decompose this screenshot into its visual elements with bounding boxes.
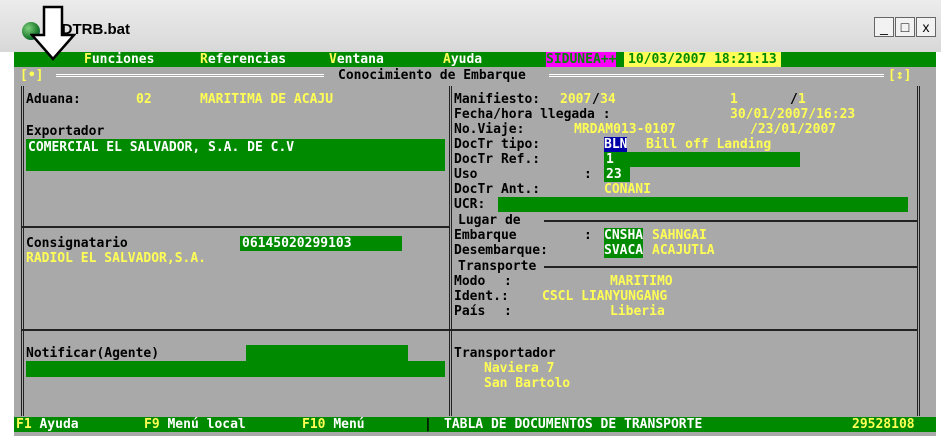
desembarque-name: ACAJUTLA [652, 243, 715, 258]
fecha-llegada-value[interactable]: 30/01/2007/16:23 [730, 107, 855, 122]
consignatario-label: Consignatario [26, 236, 128, 251]
frame-center [449, 86, 452, 416]
divider-left-2 [22, 329, 450, 331]
manifiesto-sep-2: / [790, 92, 798, 107]
status-f10[interactable]: F10 Menú [302, 417, 365, 432]
pais-value[interactable]: Liberia [610, 304, 665, 319]
menu-ventana[interactable]: Ventana [329, 52, 384, 67]
lugar-rule [544, 220, 918, 222]
uso-label: Uso [454, 167, 478, 182]
transporte-title: Transporte [458, 259, 537, 274]
manifiesto-year[interactable]: 2007 [560, 92, 591, 107]
transporte-rule [544, 266, 918, 268]
doctr-ref-label: DocTr Ref.: [454, 152, 541, 167]
notificar-code-field[interactable] [246, 345, 408, 361]
divider-right [450, 329, 918, 331]
doctr-tipo-label: DocTr tipo: [454, 137, 541, 152]
embarque-colon: : [584, 228, 592, 243]
exportador-value: COMERCIAL EL SALVADOR, S.A. DE C.V [28, 140, 295, 155]
transportador-line2: San Bartolo [484, 376, 571, 391]
exportador-label: Exportador [26, 124, 105, 139]
no-viaje-value[interactable]: MRDAM013-0107 [574, 122, 676, 137]
ident-label: Ident.: [454, 289, 509, 304]
frame-right [917, 86, 920, 416]
pointer-arrow-icon [30, 5, 76, 61]
manifiesto-num[interactable]: 34 [600, 92, 616, 107]
status-table-label: TABLA DE DOCUMENTOS DE TRANSPORTE [444, 417, 703, 432]
modo-label: Modo [454, 274, 486, 289]
ucr-label: UCR: [454, 197, 486, 212]
aduana-name: MARITIMA DE ACAJU [200, 92, 334, 107]
aduana-label: Aduana: [26, 92, 81, 107]
doctr-ant-value[interactable]: CONANI [604, 182, 651, 197]
desembarque-label: Desembarque: [454, 243, 548, 258]
lugar-de-title: Lugar de [458, 213, 521, 228]
aduana-code[interactable]: 02 [136, 92, 152, 107]
maximize-button[interactable]: □ [895, 17, 915, 37]
ident-value[interactable]: CSCL LIANYUNGANG [542, 289, 667, 304]
session-datetime: 10/03/2007 18:21:13 [624, 52, 781, 67]
header-rule-right [549, 74, 884, 77]
header-rule-left [56, 74, 324, 77]
transportador-label: Transportador [454, 346, 556, 361]
close-button[interactable]: x [916, 17, 936, 37]
panel-title: Conocimiento de Embarque [338, 68, 526, 83]
divider-left-1 [22, 226, 450, 228]
consignatario-value: RADIOL EL SALVADOR,S.A. [26, 251, 207, 266]
menu-referencias[interactable]: Referencias [200, 52, 286, 67]
modo-colon: : [504, 274, 512, 289]
status-code: 29528108 [852, 417, 915, 432]
consignatario-nit: 06145020299103 [242, 236, 352, 251]
notificar-field[interactable] [26, 361, 445, 377]
status-f1[interactable]: F1 Ayuda [16, 417, 79, 432]
terminal-screen: Funciones Referencias Ventana Ayuda SIDU… [14, 52, 936, 436]
embarque-label: Embarque [454, 228, 517, 243]
embarque-name: SAHNGAI [652, 228, 707, 243]
doctr-ref-field[interactable] [604, 152, 800, 167]
window-titlebar: ODTRB.bat _ □ x [0, 0, 941, 52]
desembarque-code[interactable]: SVACA [604, 243, 644, 258]
manifiesto-n1: 1 [730, 92, 738, 107]
no-viaje-label: No.Viaje: [454, 122, 525, 137]
ucr-field[interactable] [498, 197, 908, 212]
panel-close-marker[interactable]: [•] [20, 68, 43, 83]
doctr-tipo-code[interactable]: BLN [604, 137, 628, 152]
no-viaje-date: /23/01/2007 [750, 122, 837, 137]
transportador-line1[interactable]: Naviera 7 [484, 361, 554, 376]
doctr-tipo-desc: Bill off Landing [646, 137, 772, 152]
doctr-ref-value: 1 [606, 152, 614, 167]
panel-resize-marker[interactable]: [↕] [888, 68, 911, 83]
fecha-llegada-label: Fecha/hora llegada : [454, 107, 611, 122]
modo-value[interactable]: MARITIMO [610, 274, 673, 289]
embarque-code[interactable]: CNSHA [604, 228, 644, 243]
pais-label: País [454, 304, 486, 319]
status-separator: | [424, 417, 432, 432]
menu-funciones[interactable]: Funciones [84, 52, 154, 67]
notificar-label: Notificar(Agente) [26, 346, 160, 361]
doctr-ant-label: DocTr Ant.: [454, 182, 541, 197]
manifiesto-sep: / [592, 92, 600, 107]
status-f9[interactable]: F9 Menú local [144, 417, 246, 432]
manifiesto-label: Manifiesto: [454, 92, 541, 107]
uso-value: 23 [606, 167, 622, 182]
pais-colon: : [504, 304, 512, 319]
manifiesto-n2: 1 [798, 92, 806, 107]
uso-colon: : [584, 167, 592, 182]
menu-ayuda[interactable]: Ayuda [443, 52, 482, 67]
frame-left [21, 86, 24, 416]
sidunea-badge: SIDUNEA++ [546, 52, 617, 67]
minimize-button[interactable]: _ [874, 17, 894, 37]
